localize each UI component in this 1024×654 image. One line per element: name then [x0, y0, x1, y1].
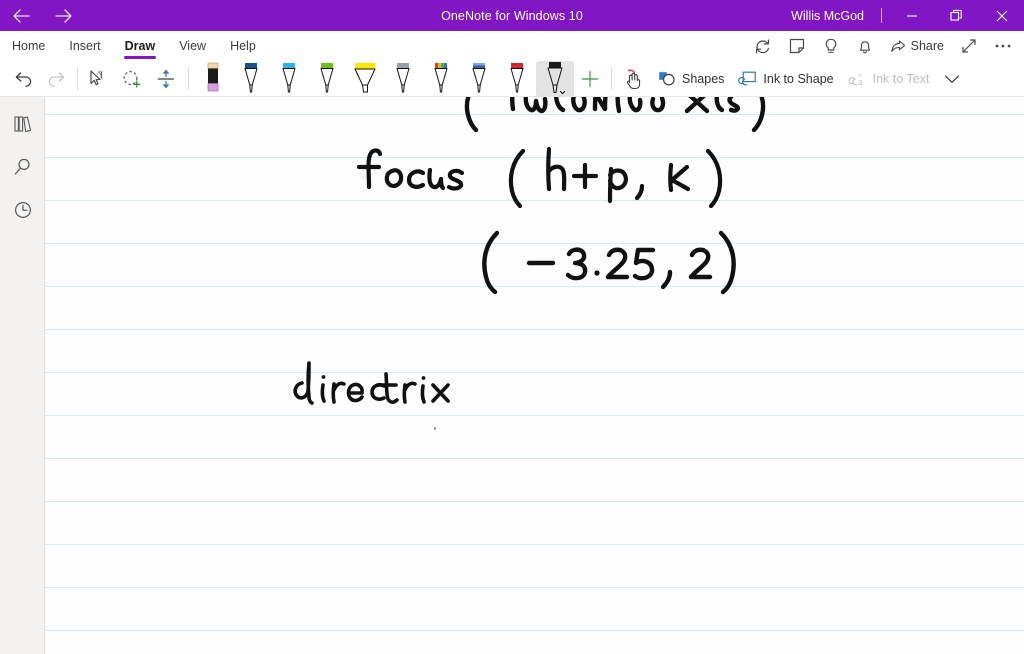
tab-insert-label: Insert — [69, 39, 101, 53]
svg-text:A: A — [97, 70, 102, 76]
restore-window-icon[interactable] — [934, 0, 979, 31]
ink-line-directrix — [287, 359, 452, 411]
account-name[interactable]: Willis McGod — [791, 0, 864, 31]
shapes-icon — [659, 72, 675, 86]
tab-draw-label: Draw — [124, 39, 156, 53]
ink-to-text-button[interactable]: a a Ink to Text — [841, 62, 937, 96]
app-title: OneNote for Windows 10 — [441, 8, 583, 23]
ink-to-text-button-label: Ink to Text — [872, 71, 930, 86]
svg-text:a: a — [858, 72, 861, 78]
lasso-text-select-tool[interactable]: I A — [83, 62, 115, 96]
rule-line — [45, 157, 1024, 158]
rule-line — [45, 200, 1024, 201]
pen-galaxy[interactable] — [460, 61, 498, 97]
notifications-bell-icon[interactable] — [848, 31, 882, 61]
more-options-icon[interactable] — [986, 31, 1020, 61]
tab-help-label: Help — [230, 39, 256, 53]
sync-icon[interactable] — [746, 31, 780, 61]
draw-toolbar: I A Shapes Ink to Shape a a Ink to Text — [0, 60, 1024, 97]
rule-line — [45, 587, 1024, 588]
sticky-note-icon[interactable] — [780, 31, 814, 61]
ink-to-shape-icon — [738, 71, 757, 85]
rule-line — [45, 458, 1024, 459]
rule-line — [45, 243, 1024, 244]
close-icon[interactable] — [979, 0, 1024, 31]
tab-draw[interactable]: Draw — [113, 31, 168, 61]
ink-to-text-icon: a a — [848, 72, 863, 88]
rule-line — [45, 114, 1024, 115]
redo-button[interactable] — [40, 62, 72, 96]
pen-rainbow[interactable] — [422, 61, 460, 97]
expand-icon[interactable] — [952, 31, 986, 61]
left-navigation-rail — [0, 97, 45, 654]
rule-line — [45, 286, 1024, 287]
ribbon-tab-row: Home Insert Draw View Help Share — [0, 31, 1024, 61]
rule-line — [45, 501, 1024, 502]
insert-space-tool[interactable] — [149, 62, 183, 96]
pen-silver[interactable] — [384, 61, 422, 97]
tab-home-label: Home — [12, 39, 46, 53]
toolbar-divider-2 — [188, 67, 189, 90]
pen-red[interactable] — [498, 61, 536, 97]
notebooks-icon[interactable] — [0, 103, 45, 145]
toolbar-divider-3 — [611, 67, 612, 90]
chevron-down-icon[interactable] — [936, 62, 968, 96]
title-bar: OneNote for Windows 10 Willis McGod — [0, 0, 1024, 31]
pen-black[interactable] — [536, 60, 574, 97]
undo-button[interactable] — [8, 62, 40, 96]
shapes-button-label: Shapes — [682, 71, 725, 86]
minimize-button[interactable] — [889, 0, 934, 31]
ink-line-focus — [345, 145, 725, 209]
lightbulb-icon[interactable] — [814, 31, 848, 61]
search-icon[interactable] — [0, 146, 45, 188]
share-icon — [890, 39, 905, 52]
titlebar-divider — [881, 8, 882, 23]
pen-cyan[interactable] — [270, 61, 308, 97]
ink-to-shape-button[interactable]: Ink to Shape — [731, 62, 840, 96]
window-controls — [889, 0, 1024, 31]
tab-insert[interactable]: Insert — [57, 31, 112, 61]
lasso-select-tool[interactable] — [115, 62, 149, 96]
tab-view-label: View — [179, 39, 207, 53]
forward-arrow-icon[interactable] — [42, 0, 84, 31]
pen-green[interactable] — [308, 61, 346, 97]
rule-line — [45, 544, 1024, 545]
share-button[interactable]: Share — [882, 31, 952, 61]
back-arrow-icon[interactable] — [0, 0, 42, 31]
add-pen-button[interactable] — [574, 62, 606, 96]
eraser-tool[interactable] — [194, 61, 232, 97]
tab-home[interactable]: Home — [0, 31, 57, 61]
tab-help[interactable]: Help — [218, 31, 268, 61]
rule-line — [45, 329, 1024, 330]
ink-line-coordinates — [473, 227, 743, 295]
toolbar-divider — [77, 67, 78, 90]
rule-line — [45, 630, 1024, 631]
ink-stray-dot — [434, 427, 436, 430]
ribbon-right-actions: Share — [746, 31, 1020, 61]
pen-blue[interactable] — [232, 61, 270, 97]
tab-view[interactable]: View — [167, 31, 218, 61]
recent-notes-icon[interactable] — [0, 189, 45, 231]
draw-with-touch-tool[interactable] — [617, 62, 651, 96]
note-page-canvas[interactable] — [45, 97, 1024, 654]
svg-text:a: a — [858, 77, 863, 88]
rule-line — [45, 372, 1024, 373]
share-button-label: Share — [910, 39, 944, 53]
ink-to-shape-button-label: Ink to Shape — [763, 71, 834, 86]
shapes-button[interactable]: Shapes — [651, 62, 731, 96]
highlighter-yellow[interactable] — [346, 61, 384, 97]
rule-line — [45, 415, 1024, 416]
